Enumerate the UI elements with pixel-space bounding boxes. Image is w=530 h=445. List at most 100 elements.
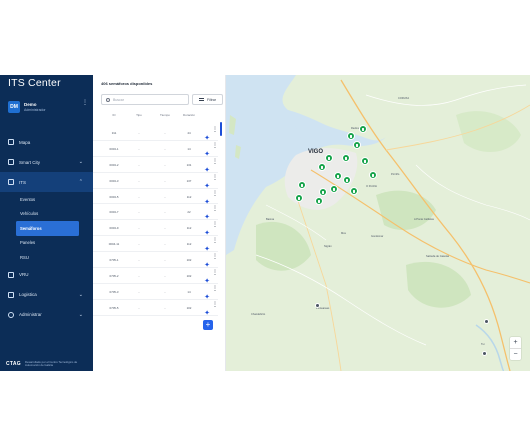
- table-row[interactable]: 0705-2 - - 102 ✦ ⋮: [93, 268, 218, 285]
- traffic-light-marker[interactable]: [325, 154, 333, 162]
- sidebar-item-mapa[interactable]: Mapa: [0, 132, 93, 152]
- filter-button[interactable]: Filtrar: [192, 94, 223, 105]
- more-options-icon[interactable]: ⋮: [212, 175, 218, 181]
- city-icon: [8, 159, 14, 165]
- traffic-light-marker[interactable]: [347, 132, 355, 140]
- table-row[interactable]: 0004-1 - - 14 ✦ ⋮: [93, 141, 218, 158]
- table-cell: -: [164, 194, 166, 199]
- table-row[interactable]: 0004-7 - - 22 ✦ ⋮: [93, 204, 218, 221]
- more-options-icon[interactable]: ⋮: [212, 270, 218, 276]
- traffic-light-icon: [321, 165, 323, 169]
- sidebar-item-its[interactable]: ITS ⌃: [0, 172, 93, 192]
- more-options-icon[interactable]: ⋮: [212, 302, 218, 308]
- column-header-duracion[interactable]: Duración: [177, 113, 201, 117]
- more-options-icon[interactable]: ⋮: [212, 222, 218, 228]
- locate-button[interactable]: ✦: [203, 240, 211, 253]
- traffic-light-marker[interactable]: [319, 188, 327, 196]
- ctag-logo: CTAG: [6, 361, 21, 368]
- traffic-light-marker[interactable]: [350, 187, 358, 195]
- zoom-in-button[interactable]: +: [510, 337, 521, 349]
- scrollbar[interactable]: [220, 122, 222, 136]
- user-menu-icon[interactable]: ⋮: [82, 100, 88, 106]
- traffic-light-marker[interactable]: [330, 185, 338, 193]
- sidebar-item-label: Logistica: [19, 292, 37, 297]
- table-header: ID Tipo Tiempo Duración: [93, 113, 218, 121]
- locate-button[interactable]: ✦: [203, 224, 211, 237]
- table-cell: 14: [187, 289, 191, 294]
- traffic-light-icon: [345, 156, 347, 160]
- locate-button[interactable]: ✦: [203, 256, 211, 269]
- table-row[interactable]: 0705-1 - - 102 ✦ ⋮: [93, 252, 218, 269]
- sidebar: ITS Center DM Demo Administrador ⋮ Mapa …: [0, 75, 93, 371]
- locate-button[interactable]: ✦: [203, 145, 211, 158]
- chevron-up-icon: ⌃: [78, 179, 83, 185]
- traffic-light-icon: [301, 183, 303, 187]
- traffic-light-marker[interactable]: [343, 176, 351, 184]
- table-cell: 0004-2: [109, 162, 119, 167]
- table-cell: -: [164, 242, 166, 247]
- traffic-light-marker[interactable]: [353, 141, 361, 149]
- more-options-icon[interactable]: ⋮: [212, 143, 218, 149]
- more-options-icon[interactable]: ⋮: [212, 206, 218, 212]
- traffic-light-marker[interactable]: [359, 125, 367, 133]
- table-row[interactable]: 0004-5 - - 112 ✦ ⋮: [93, 189, 218, 206]
- table-row[interactable]: 0705-3 - - 14 ✦ ⋮: [93, 284, 218, 301]
- table-cell: -: [138, 305, 140, 310]
- locate-button[interactable]: ✦: [203, 272, 211, 285]
- locate-button[interactable]: ✦: [203, 161, 211, 174]
- sidebar-item-label: Smart City: [19, 159, 41, 165]
- map-view[interactable]: CORUXA Redondela Mos Porriño O Porriño B…: [226, 75, 530, 371]
- table-row[interactable]: 0004-11 - - 112 ✦ ⋮: [93, 236, 218, 253]
- map-place-label: Tui: [481, 343, 485, 346]
- sidebar-item-smart-city[interactable]: Smart City ⌄: [0, 152, 93, 172]
- traffic-light-icon: [364, 159, 366, 163]
- table-cell: 22: [187, 210, 191, 215]
- locate-button[interactable]: ✦: [203, 208, 211, 221]
- traffic-light-icon: [372, 173, 374, 177]
- traffic-light-marker[interactable]: [318, 163, 326, 171]
- more-options-icon[interactable]: ⋮: [212, 159, 218, 165]
- traffic-light-marker[interactable]: [334, 172, 342, 180]
- map-place-label: O Porriño: [366, 185, 378, 188]
- add-button[interactable]: +: [203, 320, 213, 330]
- locate-button[interactable]: ✦: [203, 304, 211, 317]
- traffic-light-marker[interactable]: [295, 194, 303, 202]
- table-row[interactable]: 311 - - 44 ✦ ⋮: [93, 125, 218, 142]
- locate-button[interactable]: ✦: [203, 288, 211, 301]
- locate-button[interactable]: ✦: [203, 129, 211, 142]
- column-header-tipo[interactable]: Tipo: [127, 113, 151, 117]
- sidebar-item-administrar[interactable]: Administrar ⌄: [0, 305, 93, 325]
- traffic-light-marker[interactable]: [342, 154, 350, 162]
- table-cell: 102: [186, 274, 192, 279]
- zoom-out-button[interactable]: −: [510, 349, 521, 361]
- traffic-light-icon: [350, 134, 352, 138]
- map-place-label: Chandebrito: [251, 313, 266, 316]
- sidebar-subitem-semaforos[interactable]: Semáforos: [16, 221, 79, 236]
- traffic-light-marker[interactable]: [315, 197, 323, 205]
- sidebar-subitem-vehiculos[interactable]: Vehículos: [0, 207, 93, 222]
- table-row[interactable]: 0004-2 - - 131 ✦ ⋮: [93, 157, 218, 174]
- locate-icon: ✦: [204, 309, 210, 317]
- locate-button[interactable]: ✦: [203, 193, 211, 206]
- user-profile[interactable]: DM Demo Administrador ⋮: [8, 100, 88, 113]
- search-input[interactable]: Buscar: [101, 94, 189, 105]
- column-header-tiempo[interactable]: Tiempo: [153, 113, 177, 117]
- column-header-id[interactable]: ID: [103, 113, 125, 117]
- sidebar-subitem-paneles[interactable]: Paneles: [0, 236, 93, 251]
- table-row[interactable]: 0004-9 - - 112 ✦ ⋮: [93, 220, 218, 237]
- locate-button[interactable]: ✦: [203, 177, 211, 190]
- sidebar-item-vru[interactable]: VRU: [0, 265, 93, 285]
- more-options-icon[interactable]: ⋮: [212, 286, 218, 292]
- more-options-icon[interactable]: ⋮: [212, 191, 218, 197]
- table-row[interactable]: 0705-5 - - 102 ✦ ⋮: [93, 300, 218, 317]
- traffic-light-marker[interactable]: [361, 157, 369, 165]
- more-options-icon[interactable]: ⋮: [212, 127, 218, 133]
- sidebar-subitem-rsu[interactable]: RSU: [0, 250, 93, 265]
- more-options-icon[interactable]: ⋮: [212, 238, 218, 244]
- more-options-icon[interactable]: ⋮: [212, 254, 218, 260]
- sidebar-item-logistica[interactable]: Logistica ⌄: [0, 285, 93, 305]
- traffic-light-marker[interactable]: [298, 181, 306, 189]
- sidebar-subitem-eventos[interactable]: Eventos: [0, 192, 93, 207]
- table-row[interactable]: 0004-3 - - 137 ✦ ⋮: [93, 173, 218, 190]
- traffic-light-marker[interactable]: [369, 171, 377, 179]
